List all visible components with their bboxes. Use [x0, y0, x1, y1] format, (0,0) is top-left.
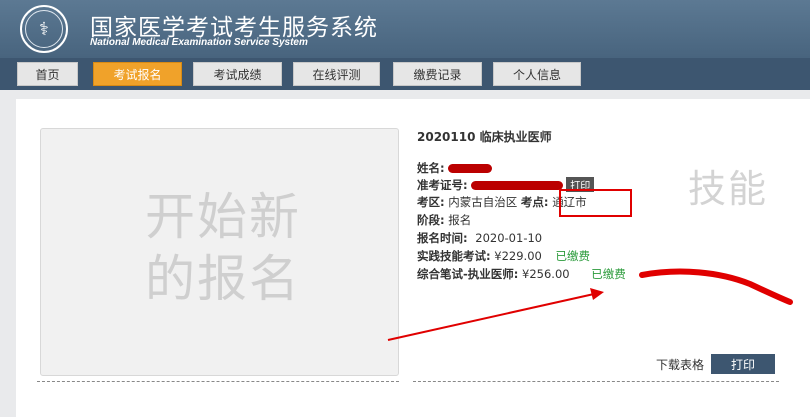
- nav-bar: 首页 考试报名 考试成绩 在线评测 缴费记录 个人信息: [0, 58, 810, 90]
- redacted-name: [448, 164, 493, 173]
- skill-paid-status: 已缴费: [555, 249, 590, 263]
- written-paid-status: 已缴费: [591, 267, 626, 281]
- stage-row: 阶段: 报名: [417, 213, 472, 227]
- site-subtitle: National Medical Examination Service Sys…: [90, 37, 308, 48]
- skill-fee: ¥229.00: [494, 249, 542, 263]
- stage-value: 报名: [448, 213, 472, 227]
- name-row: 姓名:: [417, 160, 493, 176]
- skill-watermark: 技能: [688, 167, 769, 211]
- nav-exam-scores[interactable]: 考试成绩: [193, 62, 282, 86]
- time-value: 2020-01-10: [475, 231, 543, 245]
- divider-left: [37, 381, 399, 382]
- exam-title: 2020110 临床执业医师: [417, 130, 552, 144]
- header-bar: ⚕ 国家医学考试考生服务系统 National Medical Examinat…: [0, 0, 810, 58]
- redacted-ticket: [471, 181, 564, 190]
- print-button[interactable]: 打印: [711, 354, 775, 374]
- annotation-box: [559, 189, 632, 217]
- nav-exam-registration[interactable]: 考试报名: [93, 62, 182, 86]
- nav-home[interactable]: 首页: [17, 62, 78, 86]
- nav-online-assessment[interactable]: 在线评测: [293, 62, 380, 86]
- download-form-link[interactable]: 下载表格: [656, 356, 704, 373]
- written-fee-row: 综合笔试-执业医师: ¥256.00 已缴费: [417, 267, 626, 281]
- time-row: 报名时间: 2020-01-10: [417, 231, 543, 245]
- nav-payment-records[interactable]: 缴费记录: [393, 62, 482, 86]
- nav-personal-info[interactable]: 个人信息: [493, 62, 581, 86]
- written-fee: ¥256.00: [522, 267, 570, 281]
- medical-emblem-icon: ⚕: [20, 5, 68, 53]
- new-registration-label: 开始新 的报名: [145, 188, 301, 308]
- new-registration-card[interactable]: 开始新 的报名: [40, 128, 399, 376]
- region-value: 内蒙古自治区: [448, 195, 518, 209]
- skill-fee-row: 实践技能考试: ¥229.00 已缴费: [417, 249, 590, 263]
- divider-right: [413, 381, 779, 382]
